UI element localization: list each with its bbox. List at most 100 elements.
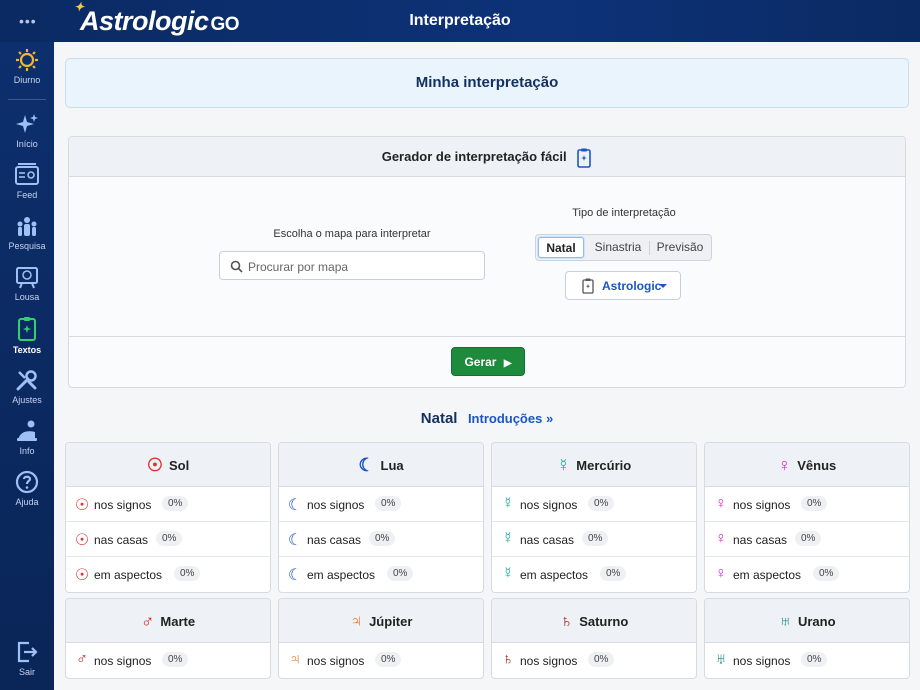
progress-badge: 0% <box>600 566 627 581</box>
planet-topic-row[interactable]: ♀ nas casas 0% <box>705 522 909 557</box>
people-search-icon <box>17 217 37 236</box>
clipboard-icon <box>582 278 594 294</box>
sidebar-item-ajuda[interactable]: Ajuda <box>0 470 54 507</box>
planet-card[interactable]: ☾ Lua ☾ nos signos 0% ☾ nas casas 0% ☾ em aspecto… <box>278 442 484 593</box>
planet-topic-row[interactable]: ♃ nos signos 0% <box>279 643 483 678</box>
sidebar-item-lousa[interactable]: Lousa <box>0 265 54 302</box>
topic-label: em aspectos <box>733 568 802 582</box>
progress-badge: 0% <box>174 566 201 581</box>
planet-card[interactable]: ☉ Sol ☉ nos signos 0% ☉ nas casas 0% ☉ em aspecto… <box>65 442 271 593</box>
sparkles-icon <box>16 114 38 133</box>
planet-card[interactable]: ♃ Júpiter ♃ nos signos 0% <box>278 598 484 679</box>
planet-symbol-icon: ♀ <box>777 455 792 475</box>
sidebar-item-label: Textos <box>12 345 42 355</box>
planet-card-header[interactable]: ♅ Urano <box>705 599 909 643</box>
planet-card-header[interactable]: ♃ Júpiter <box>279 599 483 643</box>
topic-label: nas casas <box>733 533 788 547</box>
map-choice-label: Escolha o mapa para interpretar <box>273 228 431 240</box>
planet-symbol-icon: ☿ <box>502 495 514 512</box>
type-previsao-button[interactable]: Previsão <box>651 237 709 258</box>
topic-label: nas casas <box>520 533 575 547</box>
sidebar-item-pesquisa[interactable]: Pesquisa <box>0 214 54 251</box>
planet-topic-row[interactable]: ☉ nas casas 0% <box>66 522 270 557</box>
type-natal-button[interactable]: Natal <box>538 237 584 258</box>
planet-card[interactable]: ☿ Mercúrio ☿ nos signos 0% ☿ nas casas 0% ☿ em as… <box>491 442 697 593</box>
planet-topic-row[interactable]: ☿ em aspectos 0% <box>492 557 696 592</box>
topic-label: nas casas <box>94 533 149 547</box>
section-heading: Minha interpretação <box>415 74 559 91</box>
progress-badge: 0% <box>369 531 396 546</box>
introductions-link[interactable]: Introduções » <box>468 411 553 426</box>
progress-badge: 0% <box>801 652 828 667</box>
sun-icon <box>16 49 38 71</box>
planet-name: Sol <box>168 458 190 473</box>
planet-topic-row[interactable]: ☿ nos signos 0% <box>492 487 696 522</box>
progress-badge: 0% <box>375 652 402 667</box>
sidebar-item-sair[interactable]: Sair <box>0 640 54 677</box>
planet-card[interactable]: ♂ Marte ♂ nos signos 0% <box>65 598 271 679</box>
planet-symbol-icon: ☿ <box>556 455 571 475</box>
sidebar-item-feed[interactable]: Feed <box>0 163 54 200</box>
sidebar-item-label: Ajuda <box>15 497 39 507</box>
sidebar-item-info[interactable]: Info <box>0 419 54 456</box>
planet-card-header[interactable]: ☉ Sol <box>66 443 270 487</box>
planet-topic-row[interactable]: ♅ nos signos 0% <box>705 643 909 678</box>
planet-topic-row[interactable]: ☉ em aspectos 0% <box>66 557 270 592</box>
generate-button[interactable]: Gerar ▶ <box>451 347 525 376</box>
logout-icon <box>17 641 38 663</box>
natal-section-header: Natal Introduções » <box>54 410 920 428</box>
planet-name: Mercúrio <box>576 458 632 473</box>
planet-topic-row[interactable]: ♀ nos signos 0% <box>705 487 909 522</box>
progress-badge: 0% <box>588 496 615 511</box>
planet-topic-row[interactable]: ♂ nos signos 0% <box>66 643 270 678</box>
planet-topic-row[interactable]: ☾ em aspectos 0% <box>279 557 483 592</box>
planet-card[interactable]: ♄ Saturno ♄ nos signos 0% <box>491 598 697 679</box>
planet-symbol-icon: ☿ <box>502 565 514 582</box>
planet-card-header[interactable]: ☿ Mercúrio <box>492 443 696 487</box>
sidebar-item-inicio[interactable]: Início <box>0 112 54 149</box>
interpretation-type-selector: Natal Sinastria Previsão <box>535 234 712 261</box>
clipboard-icon <box>577 148 592 168</box>
source-dropdown[interactable]: Astrologic <box>565 271 681 300</box>
topic-label: nos signos <box>94 498 152 512</box>
planet-topic-row[interactable]: ☿ nas casas 0% <box>492 522 696 557</box>
planet-card[interactable]: ♅ Urano ♅ nos signos 0% <box>704 598 910 679</box>
generator-header: Gerador de interpretação fácil <box>69 137 905 177</box>
planet-topic-row[interactable]: ☾ nos signos 0% <box>279 487 483 522</box>
search-icon <box>230 260 243 273</box>
sidebar-item-diurno[interactable]: Diurno <box>0 48 54 85</box>
planet-topic-row[interactable]: ☾ nas casas 0% <box>279 522 483 557</box>
sidebar-item-textos[interactable]: Textos <box>0 316 54 355</box>
map-search-input[interactable]: Procurar por mapa <box>219 251 485 280</box>
sidebar-item-label: Feed <box>16 190 38 200</box>
planet-card-header[interactable]: ☾ Lua <box>279 443 483 487</box>
segment-divider <box>649 241 650 255</box>
generate-button-label: Gerar <box>464 355 497 369</box>
logo-text: Astrologic <box>80 6 209 36</box>
sidebar: Diurno Início Feed Pesquisa Lousa Textos… <box>0 42 54 690</box>
topic-label: nos signos <box>520 498 578 512</box>
app-logo[interactable]: ✦ Astrologic GO <box>74 0 240 37</box>
planet-topic-row[interactable]: ♀ em aspectos 0% <box>705 557 909 592</box>
sidebar-item-label: Lousa <box>14 292 40 302</box>
planet-card[interactable]: ♀ Vênus ♀ nos signos 0% ♀ nas casas 0% ♀ em aspec… <box>704 442 910 593</box>
logo-suffix: GO <box>210 14 240 35</box>
planet-card-header[interactable]: ♂ Marte <box>66 599 270 643</box>
generator-card: Gerador de interpretação fácil Escolha o… <box>68 136 906 388</box>
sidebar-item-label: Diurno <box>13 75 41 85</box>
planet-symbol-icon: ☾ <box>287 567 303 584</box>
topic-label: em aspectos <box>94 568 163 582</box>
type-sinastria-button[interactable]: Sinastria <box>588 237 648 258</box>
top-bar: ••• ✦ Astrologic GO Interpretação <box>0 0 920 42</box>
planet-card-header[interactable]: ♄ Saturno <box>492 599 696 643</box>
topic-label: nos signos <box>733 654 791 668</box>
planet-topic-row[interactable]: ♄ nos signos 0% <box>492 643 696 678</box>
planet-card-header[interactable]: ♀ Vênus <box>705 443 909 487</box>
sidebar-item-ajustes[interactable]: Ajustes <box>0 368 54 405</box>
sidebar-item-label: Início <box>16 139 38 149</box>
planet-symbol-icon: ♃ <box>289 651 301 668</box>
topic-label: nos signos <box>307 498 365 512</box>
planet-topic-row[interactable]: ☉ nos signos 0% <box>66 487 270 522</box>
progress-badge: 0% <box>582 531 609 546</box>
menu-dots-button[interactable]: ••• <box>19 13 37 29</box>
